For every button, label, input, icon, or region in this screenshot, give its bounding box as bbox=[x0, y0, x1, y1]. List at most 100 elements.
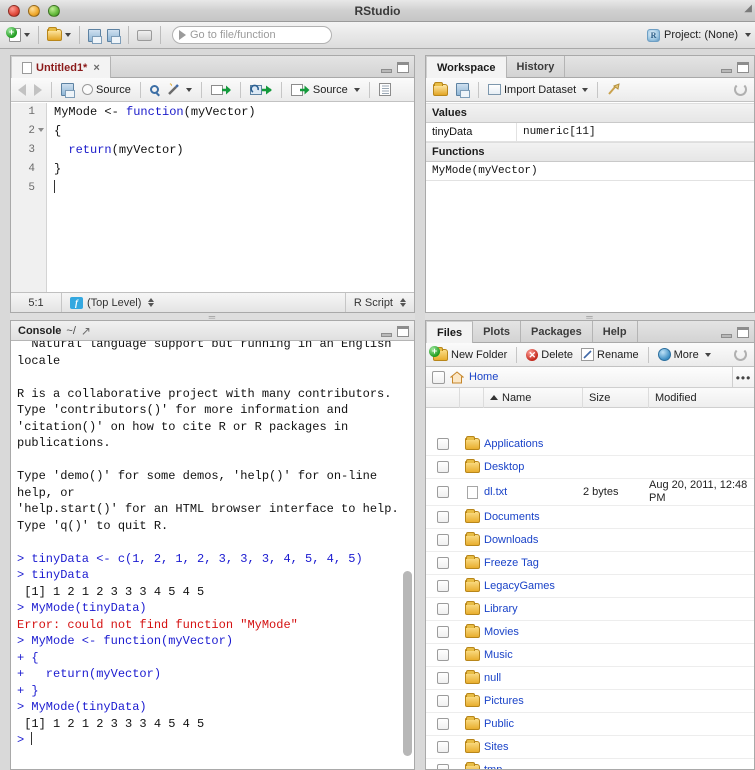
file-row[interactable]: Music bbox=[426, 644, 754, 667]
editor-code-area[interactable]: 12345 MyMode <- function(myVector){ retu… bbox=[11, 103, 414, 292]
file-name[interactable]: null bbox=[484, 672, 583, 684]
file-row[interactable]: Sites bbox=[426, 736, 754, 759]
goto-file-function-input[interactable]: Go to file/function bbox=[172, 26, 332, 44]
file-name[interactable]: Library bbox=[484, 603, 583, 615]
file-name[interactable]: Freeze Tag bbox=[484, 557, 583, 569]
editor-text[interactable]: MyMode <- function(myVector){ return(myV… bbox=[48, 103, 414, 292]
workspace-tab-workspace[interactable]: Workspace bbox=[426, 56, 507, 78]
console-window-controls[interactable] bbox=[381, 326, 409, 337]
editor-window-controls[interactable] bbox=[381, 62, 409, 73]
maximize-pane-icon[interactable] bbox=[737, 327, 749, 338]
editor-run-button[interactable] bbox=[208, 83, 234, 97]
file-row[interactable]: Movies bbox=[426, 621, 754, 644]
files-tab-plots[interactable]: Plots bbox=[473, 321, 521, 342]
file-row[interactable]: null bbox=[426, 667, 754, 690]
editor-source-button[interactable]: Source bbox=[288, 83, 363, 97]
file-row[interactable]: Documents bbox=[426, 506, 754, 529]
workspace-tab-history[interactable]: History bbox=[507, 56, 566, 77]
rename-file-button[interactable]: Rename bbox=[578, 347, 642, 362]
console-output[interactable]: Natural language support but running in … bbox=[11, 341, 414, 769]
minimize-pane-icon[interactable] bbox=[721, 334, 732, 338]
save-button[interactable] bbox=[85, 24, 104, 46]
file-row[interactable]: Library bbox=[426, 598, 754, 621]
maximize-pane-icon[interactable] bbox=[397, 62, 409, 73]
editor-forward-button[interactable] bbox=[31, 83, 45, 97]
file-row[interactable]: LegacyGames bbox=[426, 575, 754, 598]
scope-selector[interactable]: f (Top Level) bbox=[62, 293, 162, 312]
select-all-checkbox[interactable] bbox=[432, 370, 445, 384]
open-file-button[interactable] bbox=[44, 24, 74, 46]
file-row[interactable]: tmp bbox=[426, 759, 754, 769]
file-select-checkbox[interactable] bbox=[426, 603, 460, 615]
editor-rerun-button[interactable] bbox=[247, 83, 275, 97]
file-name[interactable]: Downloads bbox=[484, 534, 583, 546]
editor-code-tools-button[interactable] bbox=[164, 82, 195, 97]
file-select-checkbox[interactable] bbox=[426, 461, 460, 473]
file-name[interactable]: tmp bbox=[484, 764, 583, 769]
editor-save-button[interactable] bbox=[58, 82, 77, 98]
file-select-checkbox[interactable] bbox=[426, 764, 460, 769]
editor-console-splitter[interactable]: ═ bbox=[10, 312, 415, 322]
files-tab-packages[interactable]: Packages bbox=[521, 321, 593, 342]
console-scrollbar[interactable] bbox=[403, 571, 412, 756]
file-row[interactable]: Pictures bbox=[426, 690, 754, 713]
filetype-selector[interactable]: R Script bbox=[346, 293, 414, 312]
file-name[interactable]: Music bbox=[484, 649, 583, 661]
file-name[interactable]: Public bbox=[484, 718, 583, 730]
file-name[interactable]: LegacyGames bbox=[484, 580, 583, 592]
new-folder-button[interactable]: + New Folder bbox=[429, 345, 510, 362]
maximize-pane-icon[interactable] bbox=[397, 326, 409, 337]
file-select-checkbox[interactable] bbox=[426, 486, 460, 498]
file-row[interactable]: Public bbox=[426, 713, 754, 736]
load-workspace-button[interactable] bbox=[430, 81, 451, 97]
print-button[interactable] bbox=[134, 24, 155, 46]
file-name[interactable]: Documents bbox=[484, 511, 583, 523]
file-row[interactable]: Freeze Tag bbox=[426, 552, 754, 575]
save-all-button[interactable] bbox=[104, 24, 123, 46]
file-select-checkbox[interactable] bbox=[426, 695, 460, 707]
file-select-checkbox[interactable] bbox=[426, 534, 460, 546]
file-name[interactable]: Pictures bbox=[484, 695, 583, 707]
close-icon[interactable]: × bbox=[91, 62, 99, 74]
refresh-files-button[interactable] bbox=[731, 347, 750, 362]
project-menu[interactable]: R Project: (None) bbox=[647, 28, 751, 42]
file-name[interactable]: Desktop bbox=[484, 461, 583, 473]
file-select-checkbox[interactable] bbox=[426, 580, 460, 592]
file-select-checkbox[interactable] bbox=[426, 672, 460, 684]
maximize-pane-icon[interactable] bbox=[737, 62, 749, 73]
col-modified[interactable]: Modified bbox=[649, 388, 754, 408]
file-select-checkbox[interactable] bbox=[426, 626, 460, 638]
import-dataset-button[interactable]: Import Dataset bbox=[485, 83, 591, 97]
workspace-files-splitter[interactable]: ═ bbox=[425, 312, 755, 322]
file-select-checkbox[interactable] bbox=[426, 718, 460, 730]
col-size[interactable]: Size bbox=[583, 387, 649, 408]
show-in-new-window-icon[interactable]: ↗ bbox=[81, 324, 91, 338]
file-name[interactable]: dl.txt bbox=[484, 486, 583, 498]
file-select-checkbox[interactable] bbox=[426, 438, 460, 450]
file-row[interactable]: dl.txt 2 bytes Aug 20, 2011, 12:48 PM bbox=[426, 479, 754, 506]
editor-outline-button[interactable] bbox=[376, 82, 394, 97]
delete-file-button[interactable]: ✕ Delete bbox=[523, 348, 576, 362]
editor-find-button[interactable] bbox=[147, 84, 162, 95]
more-menu-button[interactable]: More bbox=[655, 347, 714, 362]
minimize-pane-icon[interactable] bbox=[721, 69, 732, 73]
file-select-checkbox[interactable] bbox=[426, 557, 460, 569]
workspace-window-controls[interactable] bbox=[721, 62, 749, 73]
source-on-save-checkbox[interactable]: Source bbox=[79, 83, 134, 97]
file-select-checkbox[interactable] bbox=[426, 741, 460, 753]
file-row[interactable]: Downloads bbox=[426, 529, 754, 552]
save-workspace-button[interactable] bbox=[453, 82, 472, 98]
editor-back-button[interactable] bbox=[15, 83, 29, 97]
file-name[interactable]: Movies bbox=[484, 626, 583, 638]
file-select-checkbox[interactable] bbox=[426, 511, 460, 523]
refresh-workspace-button[interactable] bbox=[731, 82, 750, 97]
file-name[interactable]: Applications bbox=[484, 438, 583, 450]
files-list[interactable]: Applications Desktop dl.txt 2 bytes Aug 20, … bbox=[426, 433, 754, 769]
minimize-pane-icon[interactable] bbox=[381, 69, 392, 73]
files-window-controls[interactable] bbox=[721, 327, 749, 338]
clear-workspace-button[interactable] bbox=[604, 82, 623, 97]
file-select-checkbox[interactable] bbox=[426, 649, 460, 661]
files-more-options-icon[interactable]: ••• bbox=[732, 367, 754, 388]
minimize-pane-icon[interactable] bbox=[381, 333, 392, 337]
file-row[interactable]: Desktop bbox=[426, 456, 754, 479]
